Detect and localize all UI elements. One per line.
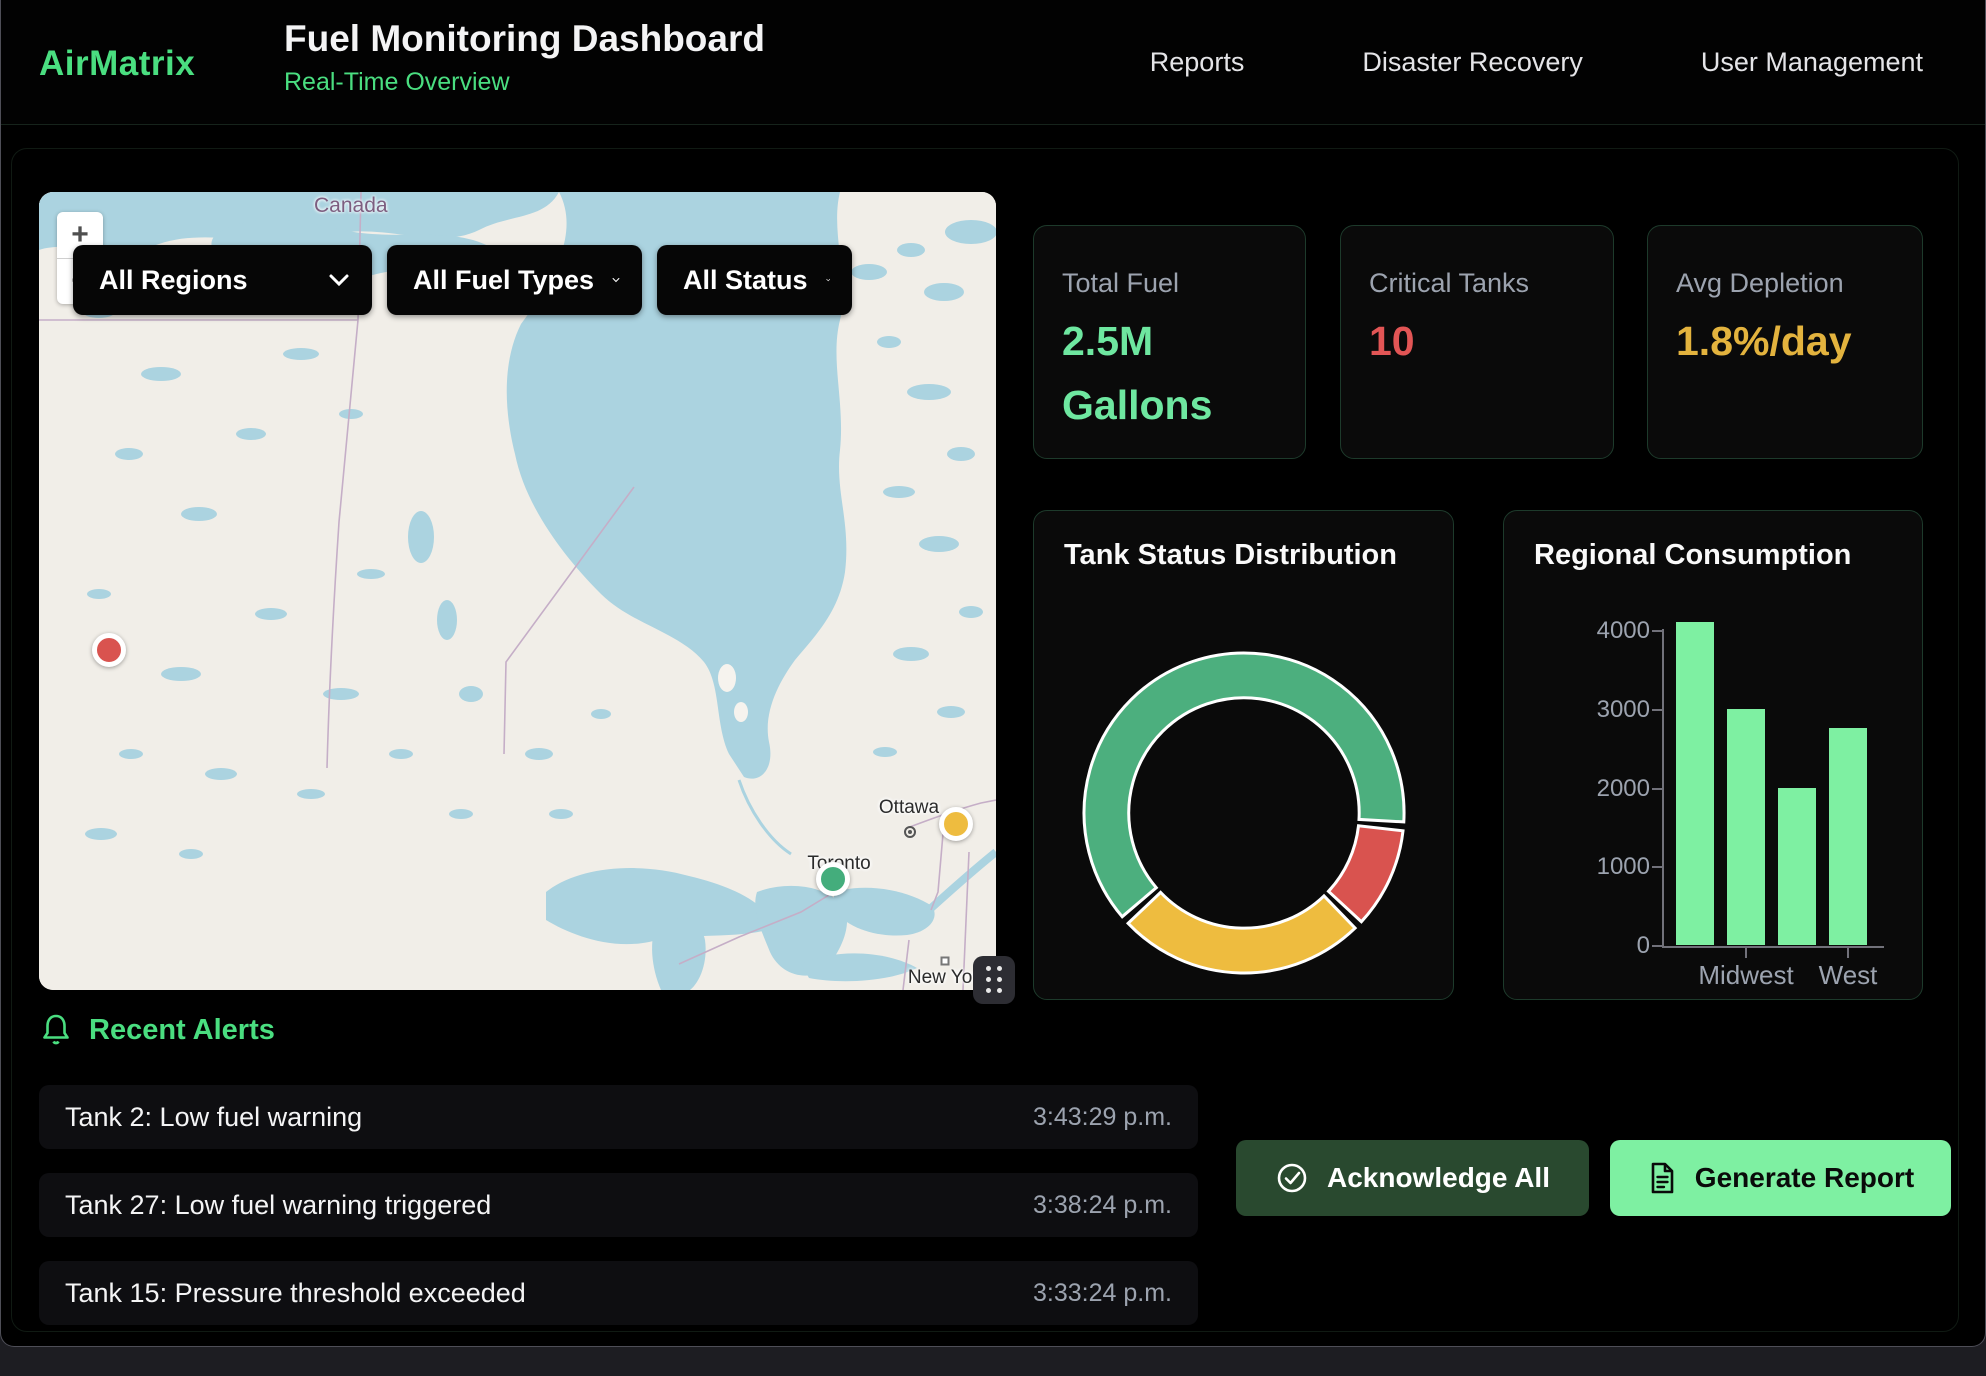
chevron-down-icon — [328, 273, 350, 287]
donut-segment-critical — [1329, 826, 1404, 922]
stat-value: 10 — [1369, 310, 1584, 374]
stat-label: Critical Tanks — [1369, 268, 1529, 299]
nav-item-user-management[interactable]: User Management — [1701, 47, 1923, 78]
acknowledge-all-button[interactable]: Acknowledge All — [1236, 1140, 1589, 1216]
bar-region-1 — [1676, 622, 1714, 945]
alerts-header: Recent Alerts — [39, 1012, 275, 1048]
chart-title: Tank Status Distribution — [1064, 539, 1397, 572]
map-label-country: Canada — [314, 194, 388, 218]
chevron-down-icon — [826, 273, 830, 287]
title-block: Fuel Monitoring Dashboard Real-Time Over… — [284, 18, 765, 97]
screen: AirMatrix Fuel Monitoring Dashboard Real… — [0, 0, 1986, 1376]
check-circle-icon — [1275, 1161, 1309, 1195]
alert-text: Tank 27: Low fuel warning triggered — [65, 1190, 491, 1221]
filter-fuel-types-dropdown[interactable]: All Fuel Types — [387, 245, 642, 315]
donut-chart-card: Tank Status Distribution — [1033, 510, 1454, 1000]
stat-label: Total Fuel — [1062, 268, 1179, 299]
generate-report-button[interactable]: Generate Report — [1610, 1140, 1951, 1216]
alert-timestamp: 3:33:24 p.m. — [1033, 1279, 1172, 1308]
y-axis-tick-label: 2000 — [1540, 775, 1650, 803]
x-axis-line — [1662, 946, 1884, 948]
bar-region-4 — [1829, 728, 1867, 945]
y-axis-tick-label: 4000 — [1540, 617, 1650, 645]
filter-regions-dropdown[interactable]: All Regions — [73, 245, 372, 315]
bar-chart-card: Regional Consumption 01000200030004000Mi… — [1503, 510, 1923, 1000]
y-axis-tick-label: 1000 — [1540, 853, 1650, 881]
map-city-marker-icon — [941, 957, 950, 966]
y-axis-tick-label: 0 — [1540, 932, 1650, 960]
donut-segment-warning — [1128, 892, 1355, 973]
alert-text: Tank 15: Pressure threshold exceeded — [65, 1278, 526, 1309]
page-title: Fuel Monitoring Dashboard — [284, 18, 765, 60]
main-nav: Reports Disaster Recovery User Managemen… — [1150, 0, 1923, 125]
map-resize-handle[interactable] — [973, 956, 1015, 1004]
bar-region-3 — [1778, 788, 1816, 946]
alert-row[interactable]: Tank 27: Low fuel warning triggered 3:38… — [39, 1173, 1198, 1237]
nav-item-disaster-recovery[interactable]: Disaster Recovery — [1362, 47, 1583, 78]
stat-label: Avg Depletion — [1676, 268, 1844, 299]
stat-card-total-fuel: Total Fuel 2.5M Gallons — [1033, 225, 1306, 459]
map-city-label: Ottawa — [879, 797, 939, 819]
alert-timestamp: 3:38:24 p.m. — [1033, 1191, 1172, 1220]
stat-card-avg-depletion: Avg Depletion 1.8%/day — [1647, 225, 1923, 459]
alert-timestamp: 3:43:29 p.m. — [1033, 1103, 1172, 1132]
stat-value: 2.5M Gallons — [1062, 310, 1277, 437]
bell-icon — [39, 1012, 73, 1048]
chevron-down-icon — [612, 273, 620, 287]
y-axis-line — [1662, 629, 1664, 946]
map-city-marker-icon — [904, 826, 916, 838]
app-window: AirMatrix Fuel Monitoring Dashboard Real… — [0, 0, 1986, 1347]
header: AirMatrix Fuel Monitoring Dashboard Real… — [1, 0, 1985, 125]
regional-consumption-bar-chart[interactable]: 0 1000 2000 3000 4000 Midwest West — [1504, 511, 1924, 1001]
alerts-title: Recent Alerts — [89, 1014, 275, 1047]
document-icon — [1647, 1161, 1677, 1195]
nav-item-reports[interactable]: Reports — [1150, 47, 1245, 78]
filter-status-dropdown[interactable]: All Status — [657, 245, 852, 315]
tank-marker-critical[interactable] — [92, 633, 126, 667]
bar-region-2 — [1727, 709, 1765, 945]
alert-row[interactable]: Tank 2: Low fuel warning 3:43:29 p.m. — [39, 1085, 1198, 1149]
tank-marker-warning[interactable] — [939, 807, 973, 841]
alert-text: Tank 2: Low fuel warning — [65, 1102, 362, 1133]
page-subtitle: Real-Time Overview — [284, 68, 765, 97]
stat-card-critical-tanks: Critical Tanks 10 — [1340, 225, 1614, 459]
grip-dots-icon — [986, 966, 1003, 994]
map-panel[interactable]: Canada OttawaTorontoNew York + − All Reg… — [39, 192, 996, 990]
x-axis-tick-label: West — [1819, 960, 1878, 991]
x-axis-tick-mark — [1847, 948, 1849, 958]
brand-logo[interactable]: AirMatrix — [39, 44, 195, 84]
x-axis-tick-mark — [1745, 948, 1747, 958]
y-axis-tick-label: 3000 — [1540, 696, 1650, 724]
tank-marker-normal[interactable] — [816, 862, 850, 896]
alert-row[interactable]: Tank 15: Pressure threshold exceeded 3:3… — [39, 1261, 1198, 1325]
stat-value: 1.8%/day — [1676, 310, 1891, 374]
tank-status-donut-chart[interactable] — [1074, 643, 1414, 983]
x-axis-tick-label: Midwest — [1698, 960, 1793, 991]
